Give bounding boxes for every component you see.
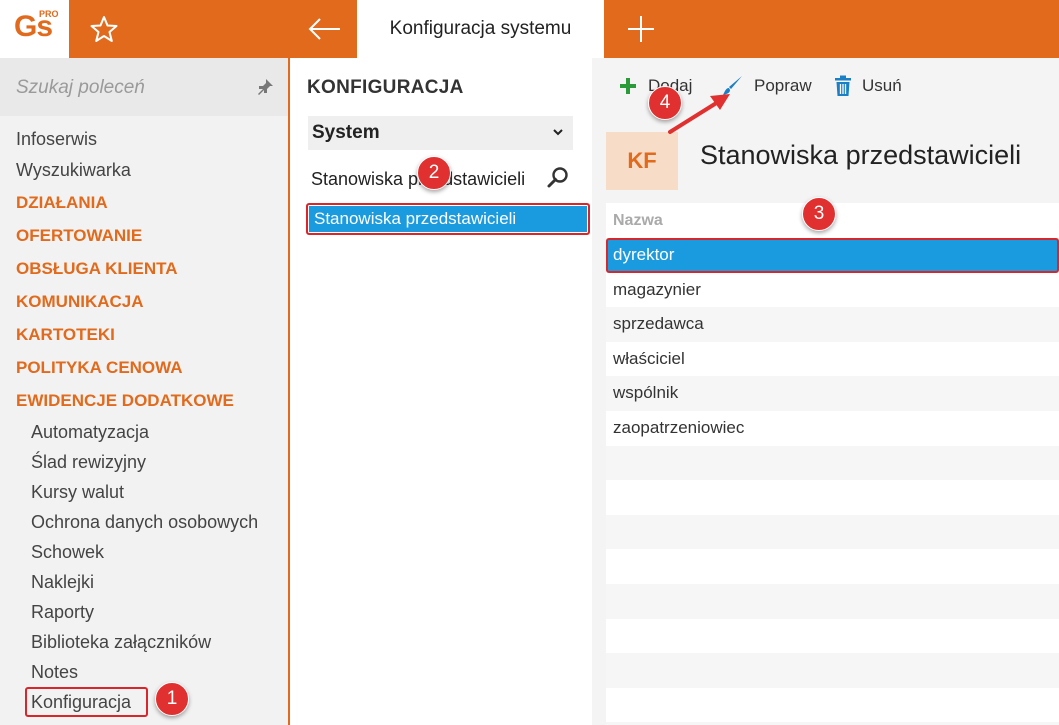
annotation-arrow-icon: [668, 94, 730, 134]
app-logo[interactable]: Gs PRO: [0, 0, 69, 58]
sidebar-item-kursy-walut[interactable]: Kursy walut: [0, 477, 288, 507]
command-search: [0, 58, 288, 116]
empty-row: [606, 687, 1059, 723]
top-bar: Gs PRO Konfiguracja systemu: [0, 0, 1059, 58]
empty-row: [606, 549, 1059, 584]
sidebar-section-komunikacja[interactable]: KOMUNIKACJA: [0, 285, 288, 318]
category-select[interactable]: System: [308, 116, 573, 150]
result-item-stanowiska[interactable]: Stanowiska przedstawicieli: [306, 203, 590, 235]
favorites-star-icon[interactable]: [88, 14, 120, 44]
sidebar-item-notes[interactable]: Notes: [0, 657, 288, 687]
add-tab-plus-icon[interactable]: [626, 14, 656, 44]
positions-table: Nazwa dyrektor magazynier sprzedawca wła…: [606, 203, 1059, 725]
sidebar-section-obsluga-klienta[interactable]: OBSŁUGA KLIENTA: [0, 252, 288, 285]
sidebar-section-dzialania[interactable]: DZIAŁANIA: [0, 186, 288, 219]
step-marker-1: 1: [155, 682, 189, 716]
delete-button[interactable]: Usuń: [834, 73, 902, 99]
sidebar-section-polityka-cenowa[interactable]: POLITYKA CENOWA: [0, 351, 288, 384]
empty-row: [606, 618, 1059, 654]
sidebar-item-ochrona-danych[interactable]: Ochrona danych osobowych: [0, 507, 288, 537]
sidebar-item-konfiguracja[interactable]: Konfiguracja: [0, 687, 288, 717]
back-arrow-icon[interactable]: [306, 14, 342, 44]
module-badge: KF: [606, 132, 678, 190]
table-row[interactable]: zaopatrzeniowiec: [606, 410, 1059, 446]
panel-title: Stanowiska przedstawicieli: [700, 140, 1022, 170]
sidebar: Infoserwis Wyszukiwarka DZIAŁANIA OFERTO…: [0, 58, 290, 725]
sidebar-section-ofertowanie[interactable]: OFERTOWANIE: [0, 219, 288, 252]
category-select-value: System: [312, 122, 380, 143]
detail-panel: Dodaj Popraw Usuń KF Stanowiska przedsta…: [592, 58, 1059, 725]
table-row[interactable]: wspólnik: [606, 376, 1059, 411]
sidebar-section-kartoteki[interactable]: KARTOTEKI: [0, 318, 288, 351]
search-icon[interactable]: [546, 166, 570, 190]
tab-konfiguracja-systemu[interactable]: Konfiguracja systemu: [357, 0, 604, 58]
table-row[interactable]: sprzedawca: [606, 307, 1059, 342]
plus-icon: [620, 78, 636, 94]
sidebar-item-automatyzacja[interactable]: Automatyzacja: [0, 417, 288, 447]
sidebar-item-infoserwis[interactable]: Infoserwis: [0, 124, 288, 155]
delete-button-label: Usuń: [862, 76, 902, 95]
sidebar-item-slad-rewizyjny[interactable]: Ślad rewizyjny: [0, 447, 288, 477]
table-row[interactable]: właściciel: [606, 341, 1059, 377]
edit-button-label: Popraw: [754, 76, 812, 95]
empty-row: [606, 583, 1059, 619]
table-row[interactable]: dyrektor: [606, 238, 1059, 273]
chevron-down-icon: [553, 129, 563, 136]
sidebar-item-konfiguracja-label: Konfiguracja: [31, 692, 132, 712]
sidebar-item-biblioteka[interactable]: Biblioteka załączników: [0, 627, 288, 657]
sidebar-item-schowek[interactable]: Schowek: [0, 537, 288, 567]
sidebar-section-ewidencje-dodatkowe[interactable]: EWIDENCJE DODATKOWE: [0, 384, 288, 417]
empty-row: [606, 514, 1059, 550]
empty-row: [606, 653, 1059, 688]
step-marker-2: 2: [417, 156, 451, 190]
sidebar-menu: Infoserwis Wyszukiwarka DZIAŁANIA OFERTO…: [0, 124, 288, 717]
logo-pro-label: PRO: [39, 9, 59, 19]
sidebar-item-raporty[interactable]: Raporty: [0, 597, 288, 627]
trash-icon: [835, 75, 851, 96]
table-row[interactable]: magazynier: [606, 272, 1059, 308]
empty-row: [606, 445, 1059, 481]
sidebar-item-wyszukiwarka[interactable]: Wyszukiwarka: [0, 155, 288, 186]
pin-icon[interactable]: [256, 78, 274, 96]
step-marker-3: 3: [802, 197, 836, 231]
column-title: KONFIGURACJA: [307, 77, 464, 98]
command-search-input[interactable]: [16, 74, 246, 102]
empty-row: [606, 480, 1059, 515]
sidebar-item-naklejki[interactable]: Naklejki: [0, 567, 288, 597]
